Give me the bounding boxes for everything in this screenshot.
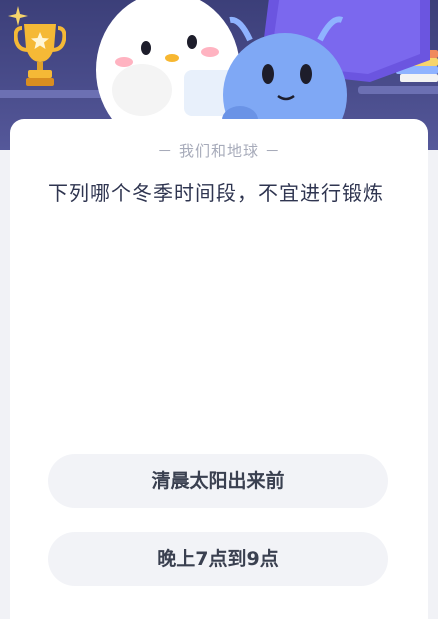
answer-option-1[interactable]: 清晨太阳出来前 (48, 454, 388, 508)
answer-option-2[interactable]: 晚上7点到9点 (48, 532, 388, 586)
trophy-icon (14, 24, 66, 86)
quiz-source-label: － 我们和地球 － (157, 142, 281, 160)
question-text: 下列哪个冬季时间段，不宜进行锻炼 (48, 181, 384, 205)
